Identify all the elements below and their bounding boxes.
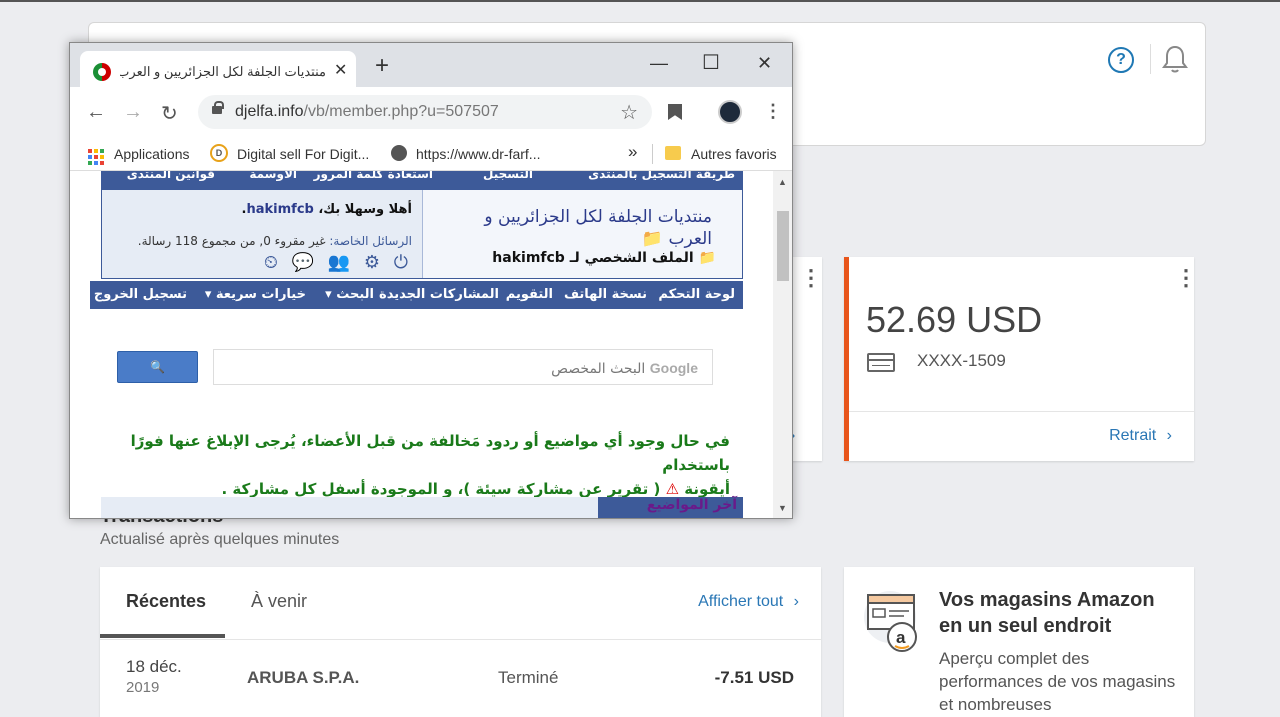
forum-title[interactable]: منتديات الجلفة لكل الجزائريين و العرب 📁	[452, 206, 712, 250]
extension-icon[interactable]	[668, 104, 682, 120]
scrollbar-thumb[interactable]	[777, 211, 789, 281]
profile-heading: 📁 الملف الشخصي لـ hakimfcb	[492, 250, 716, 266]
forum-main-nav: لوحة التحكم نسخة الهاتف التقويم المشاركا…	[90, 281, 743, 309]
back-icon[interactable]: ←	[86, 101, 106, 124]
header-divider	[1150, 44, 1151, 74]
bookmark-star-icon[interactable]: ☆	[620, 100, 638, 125]
transactions-subtitle: Actualisé après quelques minutes	[100, 531, 340, 548]
nav-control-panel[interactable]: لوحة التحكم	[658, 287, 735, 302]
tab-upcoming[interactable]: À venir	[251, 591, 307, 612]
browser-tab-strip: منتديات الجلفة لكل الجزائريين و العرب ✕ …	[70, 43, 792, 87]
address-bar[interactable]: djelfa.info/vb/member.php?u=507507 ☆	[198, 95, 652, 129]
bookmark-applications[interactable]: Applications	[114, 146, 190, 162]
welcome-message: أهلا وسهلا بك، hakimfcb.	[241, 202, 412, 217]
credit-card-icon	[867, 353, 895, 372]
forum-title-panel: منتديات الجلفة لكل الجزائريين و العرب 📁 …	[422, 190, 742, 278]
nav-register[interactable]: التسجيل	[483, 171, 533, 181]
browser-window: منتديات الجلفة لكل الجزائريين و العرب ✕ …	[69, 42, 793, 519]
browser-menu-icon[interactable]: ⋮	[764, 101, 782, 122]
more-bookmarks-icon[interactable]: »	[628, 142, 637, 162]
bell-icon[interactable]	[1161, 44, 1189, 79]
bookmark-digital-sell[interactable]: Digital sell For Digit...	[237, 146, 369, 162]
nav-mobile-version[interactable]: نسخة الهاتف	[564, 287, 647, 302]
search-button[interactable]: 🔍	[117, 351, 198, 383]
user-action-icons[interactable]: ⏻ ⚙ 👥 💬 ⏲	[264, 252, 412, 273]
bookmark-other-favorites[interactable]: Autres favoris	[691, 146, 777, 162]
welcome-panel: منتديات الجلفة لكل الجزائريين و العرب 📁 …	[101, 189, 743, 279]
divider	[849, 411, 1194, 412]
folder-icon	[665, 146, 681, 160]
globe-icon	[391, 145, 407, 161]
digital-sell-icon: D	[210, 144, 228, 162]
close-tab-icon[interactable]: ✕	[334, 60, 347, 80]
browser-toolbar: ← → ↻ djelfa.info/vb/member.php?u=507507…	[70, 87, 792, 137]
site-favicon-icon	[93, 63, 111, 81]
url-text: djelfa.info/vb/member.php?u=507507	[235, 103, 499, 120]
active-tab-indicator	[100, 634, 225, 638]
scroll-up-icon[interactable]: ▲	[778, 177, 787, 187]
apps-grid-icon	[88, 149, 104, 165]
nav-quick-options[interactable]: خيارات سريعة ▾	[205, 287, 306, 302]
nav-medals[interactable]: الأوسمة	[249, 171, 297, 181]
amazon-stores-card: a Vos magasins Amazon en un seul endroit…	[844, 567, 1194, 717]
withdraw-link[interactable]: Retrait ›	[1109, 427, 1172, 445]
top-border	[0, 0, 1280, 2]
svg-text:a: a	[896, 628, 906, 647]
close-window-icon[interactable]: ✕	[757, 53, 772, 74]
report-notice: في حال وجود أي مواضيع أو ردود مَخالفة من…	[130, 432, 730, 498]
transaction-status: Terminé	[498, 668, 559, 687]
reload-icon[interactable]: ↻	[161, 101, 178, 126]
forward-icon[interactable]: →	[123, 101, 143, 124]
more-options-icon[interactable]: ⋮	[1175, 267, 1197, 289]
minimize-icon[interactable]: —	[650, 53, 668, 74]
warning-icon: ⚠	[665, 480, 680, 498]
tab-title: منتديات الجلفة لكل الجزائريين و العرب	[120, 64, 326, 79]
bookmark-dr-farf[interactable]: https://www.dr-farf...	[416, 146, 540, 162]
account-number: XXXX-1509	[917, 351, 1006, 370]
search-placeholder: Google البحث المخصص	[551, 360, 698, 377]
amazon-store-icon: a	[864, 587, 920, 657]
transaction-merchant[interactable]: ARUBA S.P.A.	[247, 668, 359, 688]
balance-amount: 52.69 USD	[866, 299, 1043, 340]
web-page-content: طريقة التسجيل بالمنتدى التسجيل استعادة ك…	[70, 171, 773, 518]
private-messages[interactable]: الرسائل الخاصة: غير مقروء 0, من مجموع 11…	[138, 234, 412, 248]
nav-registration-guide[interactable]: طريقة التسجيل بالمنتدى	[588, 171, 735, 181]
balance-card: ⋮ 52.69 USD XXXX-1509 Retrait ›	[844, 257, 1197, 461]
tab-recent[interactable]: Récentes	[126, 591, 206, 612]
scrollbar[interactable]: ▲ ▼	[773, 171, 792, 518]
forum-top-nav: طريقة التسجيل بالمنتدى التسجيل استعادة ك…	[101, 171, 743, 189]
maximize-icon[interactable]: ☐	[702, 50, 720, 75]
divider	[100, 639, 821, 640]
help-icon[interactable]: ?	[1108, 47, 1134, 73]
nav-calendar[interactable]: التقويم	[506, 287, 553, 302]
search-icon: 🔍	[150, 360, 165, 374]
chevron-right-icon: ›	[1166, 427, 1172, 444]
nav-logout[interactable]: تسجيل الخروج	[94, 287, 187, 302]
latest-topics-header: آخر المواضيع	[598, 497, 743, 518]
scroll-down-icon[interactable]: ▼	[778, 503, 787, 513]
view-all-link[interactable]: Afficher tout ›	[698, 593, 799, 611]
bookmarks-divider	[652, 144, 653, 164]
nav-forum-rules[interactable]: قوانين المنتدى	[127, 171, 215, 181]
chevron-right-icon: ›	[793, 593, 799, 610]
lock-icon	[212, 101, 224, 114]
transaction-amount: -7.51 USD	[714, 668, 794, 687]
more-options-icon[interactable]: ⋮	[800, 267, 822, 289]
browser-tab[interactable]: منتديات الجلفة لكل الجزائريين و العرب ✕	[80, 51, 356, 87]
transaction-year: 2019	[126, 679, 160, 696]
nav-search[interactable]: البحث ▾	[325, 287, 374, 302]
transaction-date: 18 déc.	[126, 657, 182, 676]
google-custom-search-input[interactable]: Google البحث المخصص	[213, 349, 713, 385]
profile-avatar[interactable]	[718, 100, 742, 124]
amazon-card-title: Vos magasins Amazon en un seul endroit	[939, 589, 1155, 637]
nav-recover-password[interactable]: استعادة كلمة المرور	[314, 171, 433, 181]
nav-new-posts[interactable]: المشاركات الجديدة	[379, 287, 499, 302]
transactions-card: Récentes À venir Afficher tout › 18 déc.…	[100, 567, 821, 717]
amazon-card-body: Aperçu complet des performances de vos m…	[939, 649, 1176, 714]
new-tab-button[interactable]: +	[375, 54, 389, 78]
